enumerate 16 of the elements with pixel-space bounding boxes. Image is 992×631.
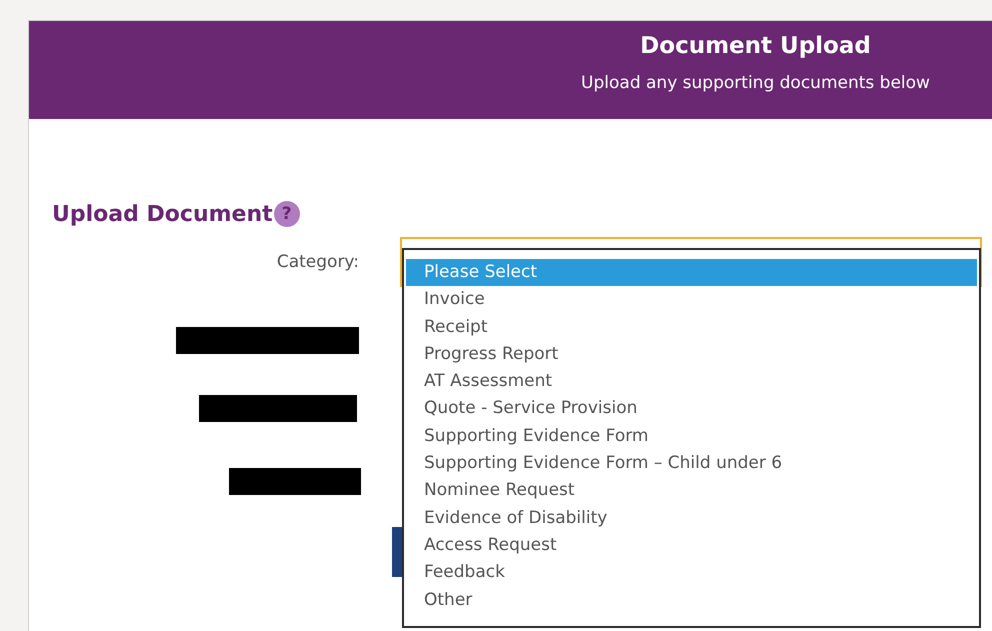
dropdown-option[interactable]: Receipt <box>406 314 977 341</box>
page-subtitle: Upload any supporting documents below <box>581 73 930 93</box>
dropdown-option[interactable]: Feedback <box>406 559 977 587</box>
dropdown-option[interactable]: Access Request <box>406 532 977 560</box>
dropdown-option[interactable]: Supporting Evidence Form – Child under 6 <box>406 450 977 478</box>
dropdown-option[interactable]: Progress Report <box>406 340 977 368</box>
dropdown-option[interactable]: Quote - Service Provision <box>406 395 977 423</box>
dropdown-option[interactable]: Other <box>406 586 977 614</box>
dropdown-option[interactable]: Supporting Evidence Form <box>406 422 977 450</box>
dropdown-option[interactable]: Nominee Request <box>406 477 977 505</box>
field-label: Category: <box>276 252 359 272</box>
page-title: Document Upload <box>640 33 871 59</box>
dropdown-option[interactable]: Evidence of Disability <box>406 504 977 532</box>
section-title: Upload Document <box>52 202 273 226</box>
dropdown-option[interactable]: AT Assessment <box>406 368 977 396</box>
dropdown-option[interactable]: Invoice <box>406 286 977 314</box>
